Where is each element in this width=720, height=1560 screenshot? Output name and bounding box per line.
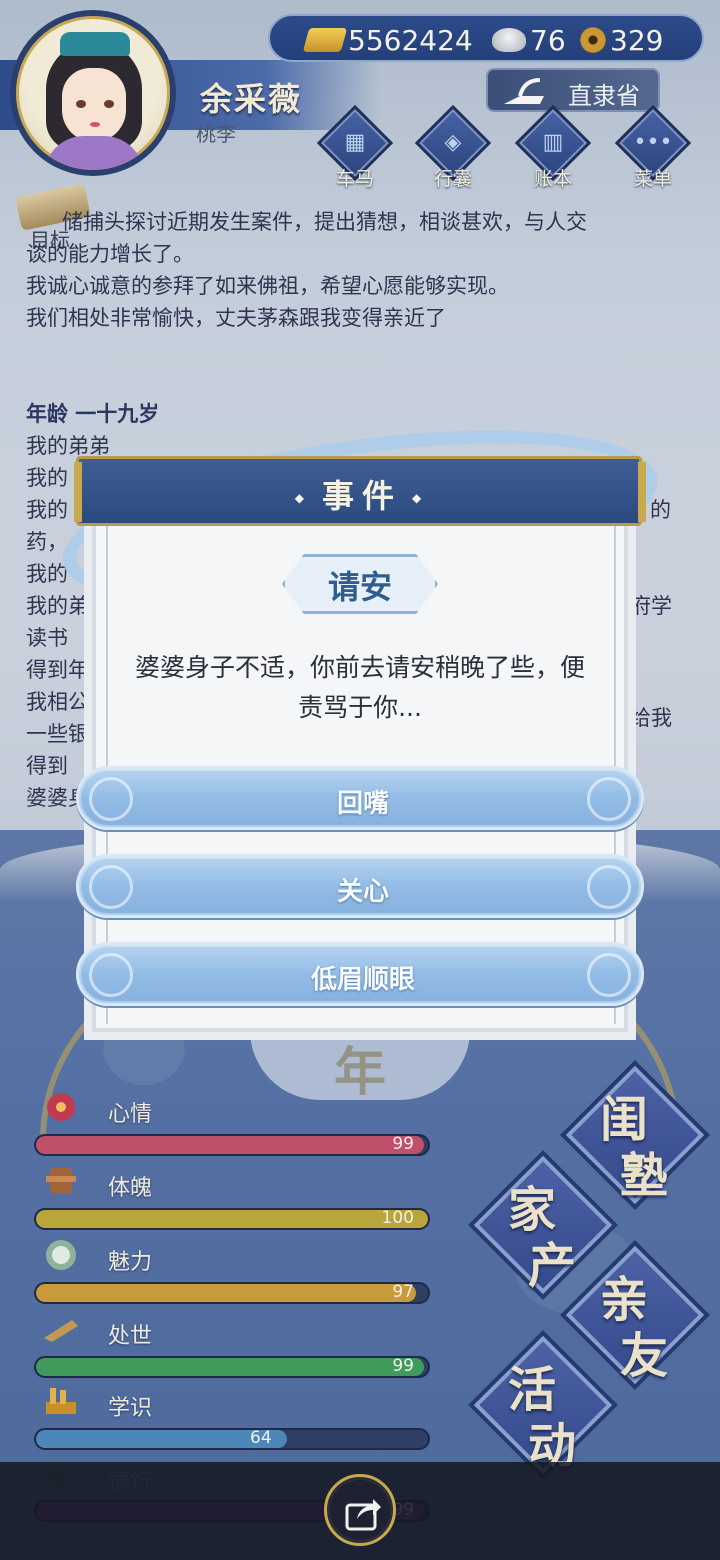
choice-button-talk-back[interactable]: 回嘴 (76, 766, 644, 830)
log-line: 储捕头探讨近期发生案件，提出猜想，相谈甚欢，与人交 (62, 210, 587, 234)
gold-amount: 5562424 (302, 22, 473, 58)
more-icon: ••• (633, 130, 673, 155)
menu-more-button[interactable]: ••• 菜单 (612, 104, 694, 190)
mirror-icon (42, 1238, 80, 1272)
dialog-header: 事件 (76, 456, 642, 526)
stat-label-knowledge: 学识 (108, 1396, 153, 1421)
choice-button-submissive[interactable]: 低眉顺眼 (76, 942, 644, 1006)
drum-icon (42, 1164, 80, 1198)
log-line: 我诚心诚意的参拜了如来佛祖，希望心愿能够实现。 (26, 274, 509, 298)
iron-icon (504, 78, 544, 104)
bag-icon: ◈ (444, 130, 462, 155)
log-line: 谈的能力增长了。 (26, 242, 194, 266)
stat-bar-physique: 100 (34, 1208, 430, 1230)
silver-amount: 76 (492, 22, 566, 58)
ledger-icon: ▥ (542, 130, 564, 155)
log-right-fragment: 府学 (630, 594, 672, 618)
event-name: 请安 (327, 568, 392, 606)
event-description: 婆婆身子不适，你前去请安稍晚了些，便责骂于你... (134, 653, 585, 722)
stat-label-charm: 魅力 (108, 1250, 153, 1275)
stat-bar-mood: 99 (34, 1134, 430, 1156)
age-heading: 年龄 一十九岁 (26, 402, 160, 426)
location-button[interactable]: 直隶省 (486, 68, 660, 112)
share-icon (345, 1499, 381, 1531)
choice-button-care[interactable]: 关心 (76, 854, 644, 918)
log-line: 我们相处非常愉快，丈夫茅森跟我变得亲近了 (26, 306, 446, 330)
menu-ledger-button[interactable]: ▥ 账本 (512, 104, 594, 190)
silver-ingot-icon (492, 28, 526, 52)
currency-bar: 5562424 76 329 (268, 14, 704, 62)
menu-carriage-button[interactable]: ▦ 车马 (314, 104, 396, 190)
character-name: 余采薇 (200, 80, 303, 118)
coin-amount: 329 (580, 22, 663, 58)
menu-bag-button[interactable]: ◈ 行囊 (412, 104, 494, 190)
stat-label-worldly: 处世 (108, 1324, 153, 1349)
flower-icon (42, 1090, 80, 1124)
stat-label-physique: 体魄 (108, 1176, 153, 1201)
stat-bar-worldly: 99 (34, 1356, 430, 1378)
copper-coin-icon (580, 27, 606, 53)
year-character: 年 (333, 1042, 386, 1103)
avatar[interactable] (10, 10, 176, 176)
log-right-fragment: 给我 (630, 706, 672, 730)
stat-label-mood: 心情 (108, 1102, 153, 1127)
gold-ingot-icon (302, 28, 348, 52)
share-button[interactable] (324, 1474, 396, 1546)
books-icon (42, 1384, 80, 1418)
activity-button[interactable]: 活 动 (468, 1330, 618, 1480)
log-right-fragment: 的 (650, 498, 671, 522)
carriage-icon: ▦ (344, 130, 366, 155)
stat-bar-charm: 97 (34, 1282, 430, 1304)
dialog-title: 事件 (79, 471, 645, 517)
bamboo-icon (42, 1312, 80, 1346)
character-title: 桃李 (196, 122, 236, 146)
stat-bar-knowledge: 64 (34, 1428, 430, 1450)
